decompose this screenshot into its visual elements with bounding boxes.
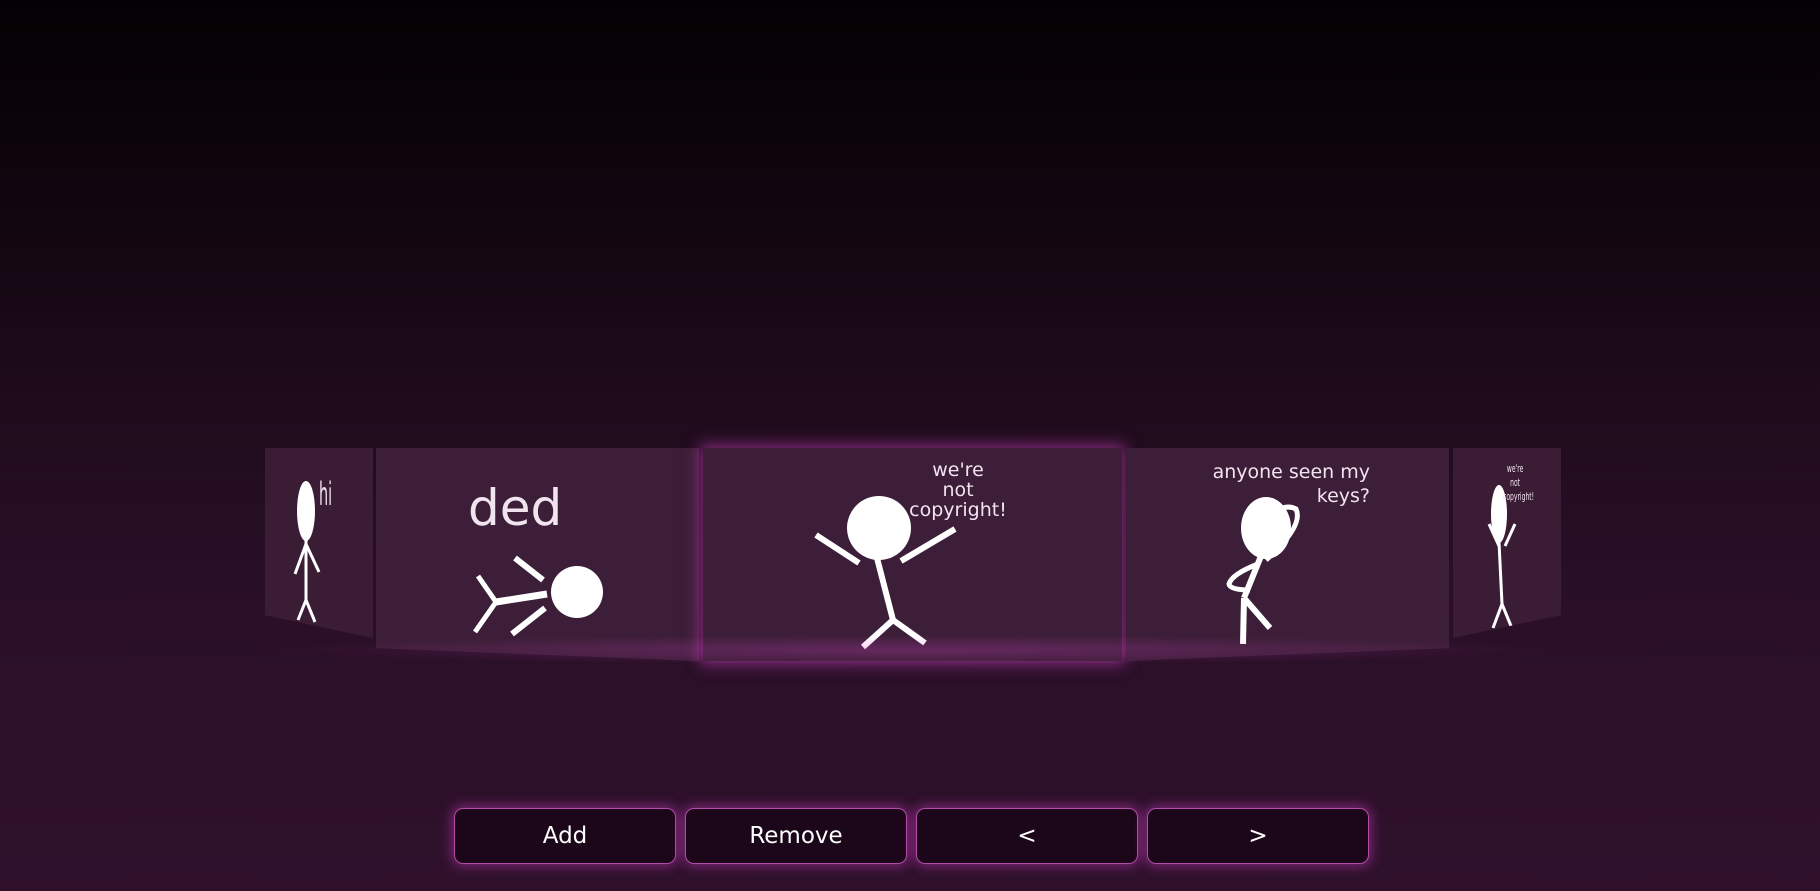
carousel-panel-4[interactable]: anyone seen my keys? bbox=[1126, 448, 1449, 661]
carousel-panel-2[interactable]: ded bbox=[376, 448, 699, 661]
panel-caption-copyright: we're not copyright! bbox=[909, 459, 1007, 521]
previous-button[interactable]: < bbox=[916, 808, 1138, 864]
carousel-panel-1[interactable]: hi bbox=[265, 448, 373, 638]
comic-carousel: hi ded we're not copyright! anyone seen … bbox=[263, 440, 1561, 670]
panel-caption-ded: ded bbox=[468, 479, 563, 537]
remove-button[interactable]: Remove bbox=[685, 808, 907, 864]
panel-caption-copyright-small: we're not copyright! bbox=[1503, 462, 1535, 503]
panel-caption-keys: anyone seen my keys? bbox=[1212, 461, 1370, 507]
carousel-panel-3[interactable]: we're not copyright! bbox=[703, 448, 1122, 661]
carousel-toolbar: Add Remove < > bbox=[454, 808, 1370, 864]
next-button[interactable]: > bbox=[1147, 808, 1369, 864]
carousel-panel-5[interactable]: we're not copyright! bbox=[1453, 448, 1561, 638]
add-button[interactable]: Add bbox=[454, 808, 676, 864]
panel-caption-hi: hi bbox=[319, 475, 333, 513]
